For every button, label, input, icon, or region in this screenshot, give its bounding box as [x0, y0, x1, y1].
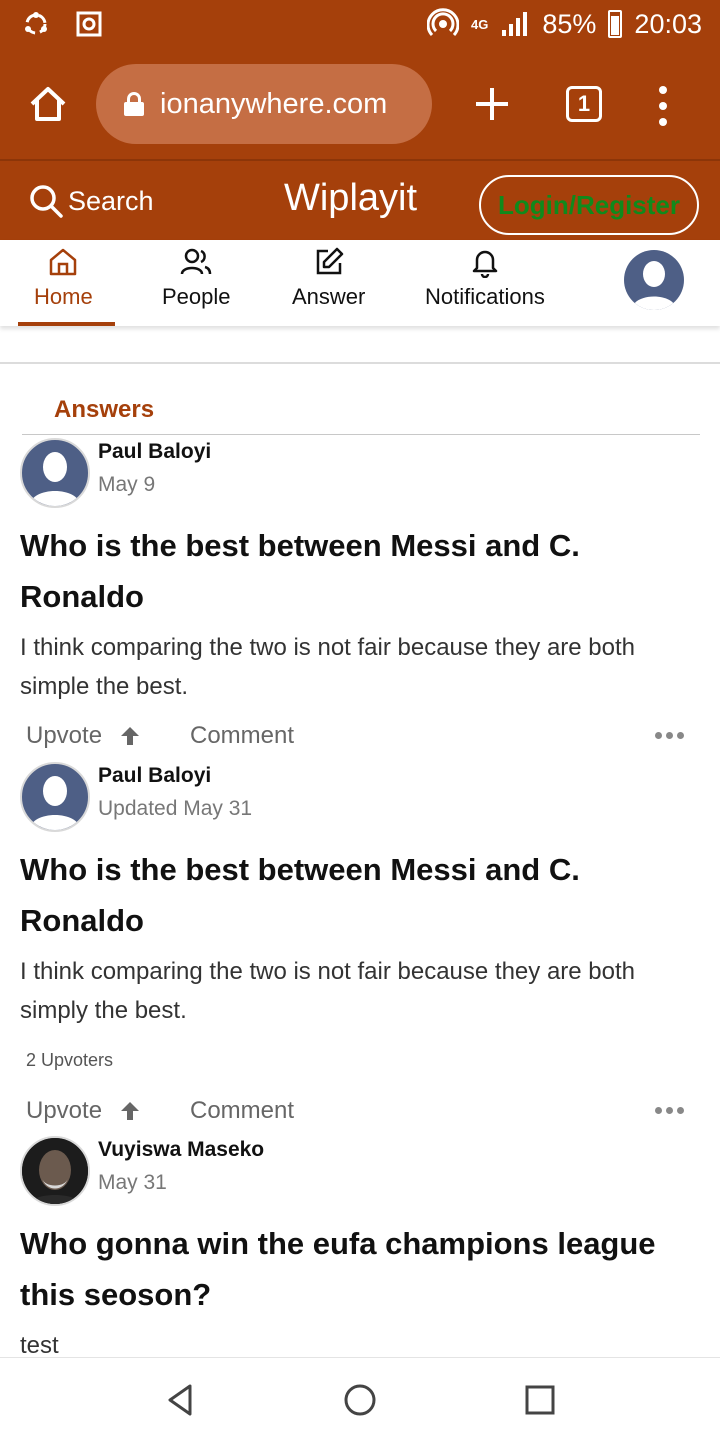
site-title[interactable]: Wiplayit: [284, 177, 417, 220]
author-row: Paul Baloyi Updated May 31: [20, 760, 710, 832]
url-text: ionanywhere.com: [160, 87, 388, 120]
upvoters-count[interactable]: 2 Upvoters: [26, 1050, 710, 1071]
sync-icon: [25, 12, 47, 35]
screenshot-icon: [76, 11, 102, 37]
user-silhouette-icon: [632, 261, 676, 310]
search-button[interactable]: Search: [28, 183, 154, 219]
upvote-label: Upvote: [26, 1097, 103, 1124]
post-date: May 9: [98, 473, 156, 496]
divider: [0, 362, 720, 364]
author-row: Vuyiswa Maseko May 31: [20, 1134, 710, 1206]
home-circle-icon[interactable]: [342, 1382, 378, 1418]
url-bar[interactable]: ionanywhere.com: [96, 64, 432, 144]
lock-icon: [124, 92, 144, 116]
nav-label-home: Home: [34, 284, 93, 309]
answer-card: Paul Baloyi May 9 Who is the best betwee…: [20, 436, 710, 762]
more-options-icon[interactable]: [655, 1107, 684, 1114]
answer-actions: Upvote Comment: [20, 722, 710, 762]
upvote-button[interactable]: Upvote: [26, 722, 142, 750]
author-row: Paul Baloyi May 9: [20, 436, 710, 508]
bell-icon: [472, 250, 498, 278]
status-right: 4G 85% 20:03: [427, 8, 702, 40]
main-nav: Home People Answer Notifications: [0, 240, 720, 326]
nav-item-notifications[interactable]: Notifications: [425, 246, 545, 310]
arrow-up-icon: [121, 727, 140, 745]
comment-button[interactable]: Comment: [190, 1097, 294, 1125]
user-silhouette-icon: [30, 452, 80, 506]
section-divider: [22, 434, 700, 435]
answer-actions: Upvote Comment: [20, 1097, 710, 1137]
android-nav-bar: [0, 1357, 720, 1440]
post-date: Updated May 31: [98, 797, 253, 820]
answer-card: Vuyiswa Maseko May 31 Who gonna win the …: [20, 1134, 710, 1365]
avatar[interactable]: [20, 438, 90, 508]
arrow-up-icon: [121, 1102, 140, 1120]
status-left-icons: [22, 10, 102, 38]
edit-icon: [316, 247, 343, 275]
active-tab-indicator: [18, 322, 115, 326]
network-type: 4G: [471, 16, 489, 32]
answer-card: Paul Baloyi Updated May 31 Who is the be…: [20, 760, 710, 1137]
clock: 20:03: [634, 8, 702, 39]
tab-switcher-button[interactable]: 1: [566, 86, 602, 122]
question-title[interactable]: Who is the best between Messi and C. Ron…: [20, 844, 700, 946]
browser-toolbar: ionanywhere.com 1: [0, 50, 720, 160]
answer-body: I think comparing the two is not fair be…: [20, 634, 636, 700]
signal-icon: [502, 12, 528, 36]
search-icon: [30, 185, 63, 218]
upvote-label: Upvote: [26, 722, 103, 749]
browser-menu-icon[interactable]: [656, 86, 670, 126]
new-tab-icon[interactable]: [472, 84, 512, 124]
author-name[interactable]: Paul Baloyi: [98, 764, 211, 788]
hotspot-icon: [427, 8, 460, 37]
nav-label-people: People: [162, 284, 231, 309]
nav-item-people[interactable]: People: [162, 246, 231, 310]
question-title[interactable]: Who gonna win the eufa champions league …: [20, 1218, 700, 1320]
nav-label-notifications: Notifications: [425, 284, 545, 309]
comment-button[interactable]: Comment: [190, 722, 294, 750]
answer-body: I think comparing the two is not fair be…: [20, 958, 636, 1024]
upvote-button[interactable]: Upvote: [26, 1097, 142, 1125]
author-name[interactable]: Paul Baloyi: [98, 440, 211, 464]
section-title: Answers: [54, 396, 155, 423]
post-date: May 31: [98, 1171, 167, 1194]
nav-item-home[interactable]: Home: [34, 246, 93, 310]
avatar[interactable]: [20, 1136, 90, 1206]
battery-percent: 85%: [542, 8, 597, 39]
user-silhouette-icon: [30, 776, 80, 830]
nav-item-answer[interactable]: Answer: [292, 246, 365, 310]
status-bar: 4G 85% 20:03: [0, 0, 720, 50]
people-icon: [181, 248, 212, 275]
site-header: Search Wiplayit Login/Register: [0, 161, 720, 240]
recents-icon[interactable]: [522, 1382, 558, 1418]
avatar[interactable]: [20, 762, 90, 832]
search-label: Search: [68, 185, 154, 216]
battery-icon: [608, 10, 623, 38]
profile-avatar[interactable]: [624, 250, 684, 310]
login-register-button[interactable]: Login/Register: [479, 175, 699, 235]
browser-home-icon[interactable]: [28, 84, 68, 124]
author-name[interactable]: Vuyiswa Maseko: [98, 1138, 264, 1162]
user-photo-icon: [22, 1138, 88, 1204]
back-icon[interactable]: [162, 1382, 198, 1418]
more-options-icon[interactable]: [655, 732, 684, 739]
nav-label-answer: Answer: [292, 284, 366, 309]
home-icon: [50, 248, 77, 276]
question-title[interactable]: Who is the best between Messi and C. Ron…: [20, 520, 700, 622]
